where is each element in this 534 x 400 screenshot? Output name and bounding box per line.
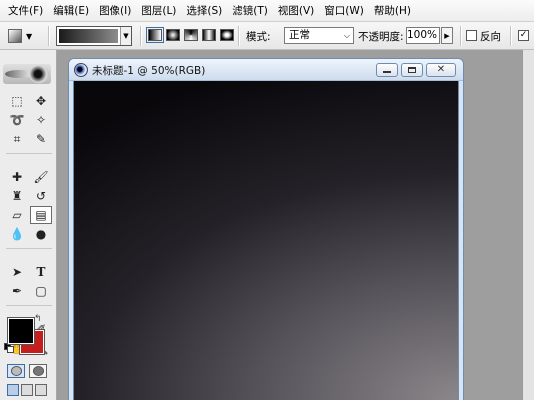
quick-mask-icon (32, 366, 44, 376)
close-icon: ✕ (436, 64, 446, 75)
slice-tool-icon[interactable]: ✎ (30, 130, 52, 148)
photoshop-document-icon (74, 63, 88, 77)
blur-tool-icon[interactable]: 💧 (6, 225, 28, 243)
radial-gradient-button[interactable] (166, 29, 180, 41)
quick-mask-button[interactable] (29, 364, 47, 378)
options-divider (510, 26, 512, 46)
document-window: 未标题-1 @ 50%(RGB) ✕ (68, 58, 464, 400)
toolbox-divider (6, 244, 52, 249)
mode-label: 模式: (246, 31, 271, 43)
brush-tool-icon[interactable]: 🖌 (30, 168, 52, 186)
reverse-checkbox[interactable] (466, 30, 477, 41)
maximize-icon (408, 67, 416, 73)
pen-tool-icon[interactable]: ✒ (6, 282, 28, 300)
standard-screen-button[interactable] (7, 384, 19, 396)
chevron-down-icon: ▼ (26, 31, 33, 41)
diamond-gradient-button[interactable] (220, 29, 234, 41)
shape-tool-icon[interactable]: ▢ (30, 282, 52, 300)
reverse-label: 反向 (480, 31, 501, 43)
gradient-tool-preset-icon (8, 29, 22, 43)
full-screen-menu-button[interactable] (21, 384, 33, 396)
screen-mode-row (7, 384, 47, 396)
toolbox-header[interactable] (3, 64, 51, 84)
menu-view[interactable]: 视图(V) (273, 2, 319, 20)
menu-help[interactable]: 帮助(H) (369, 2, 416, 20)
magic-wand-tool-icon[interactable]: ✧ (30, 111, 52, 129)
menu-edit[interactable]: 编辑(E) (48, 2, 94, 20)
menu-file[interactable]: 文件(F) (3, 2, 48, 20)
lasso-tool-icon[interactable]: ➰ (6, 111, 28, 129)
burn-tool-icon[interactable]: ● (30, 225, 52, 243)
options-divider (238, 26, 240, 46)
tool-preset-picker[interactable]: ▼ (8, 26, 44, 46)
minimize-icon (383, 71, 391, 73)
document-titlebar[interactable]: 未标题-1 @ 50%(RGB) ✕ (69, 59, 463, 81)
close-button[interactable]: ✕ (426, 63, 456, 77)
gradient-tool-icon[interactable]: ▤ (30, 206, 52, 224)
history-brush-tool-icon[interactable]: ↺ (30, 187, 52, 205)
standard-mode-button[interactable] (7, 364, 25, 378)
type-tool-icon[interactable]: T (30, 263, 52, 281)
opacity-input[interactable]: 100% (406, 27, 440, 44)
path-selection-tool-icon[interactable]: ➤ (6, 263, 28, 281)
eraser-tool-icon[interactable]: ▱ (6, 206, 28, 224)
move-tool-icon[interactable]: ✥ (30, 92, 52, 110)
gradient-preview (59, 29, 118, 43)
swap-colors-icon[interactable]: ↰ (34, 314, 42, 324)
eye-logo-icon (29, 65, 49, 83)
menu-image[interactable]: 图像(I) (94, 2, 136, 20)
blend-mode-value: 正常 (289, 29, 310, 41)
opacity-slider-toggle[interactable]: ▶ (441, 27, 453, 44)
options-bar: ▼ ▼ 模式: 正常 ⌵ 不透明度: 100% ▶ 反向 ✓ (0, 22, 534, 50)
options-divider (140, 26, 142, 46)
default-colors-icon[interactable] (4, 343, 14, 353)
menu-select[interactable]: 选择(S) (181, 2, 227, 20)
menu-layer[interactable]: 图层(L) (136, 2, 181, 20)
menu-bar: 文件(F) 编辑(E) 图像(I) 图层(L) 选择(S) 滤镜(T) 视图(V… (0, 0, 534, 22)
linear-gradient-button[interactable] (146, 27, 164, 43)
gradient-picker[interactable]: ▼ (56, 26, 132, 46)
standard-mode-icon (10, 366, 22, 376)
maximize-button[interactable] (401, 63, 423, 77)
blend-mode-select[interactable]: 正常 ⌵ (284, 27, 354, 44)
menu-filter[interactable]: 滤镜(T) (227, 2, 273, 20)
toolbox-divider (6, 149, 52, 154)
image-canvas[interactable] (73, 81, 459, 400)
options-divider (460, 26, 462, 46)
palette-well-edge (522, 50, 534, 400)
toolbox-divider (6, 301, 52, 306)
angle-gradient-button[interactable] (184, 29, 198, 41)
document-title: 未标题-1 @ 50%(RGB) (92, 65, 206, 77)
healing-brush-tool-icon[interactable]: ✚ (6, 168, 28, 186)
chevron-down-icon[interactable]: ▼ (120, 27, 131, 45)
opacity-label: 不透明度: (358, 31, 404, 43)
full-screen-button[interactable] (35, 384, 47, 396)
crop-tool-icon[interactable]: ⌗ (6, 130, 28, 148)
chevron-down-icon: ⌵ (343, 31, 350, 40)
dither-checkbox[interactable]: ✓ (518, 30, 529, 41)
mask-mode-row (7, 364, 47, 378)
marquee-tool-icon[interactable]: ⬚ (6, 92, 28, 110)
photoshop-app: 文件(F) 编辑(E) 图像(I) 图层(L) 选择(S) 滤镜(T) 视图(V… (0, 0, 534, 400)
foreground-color-swatch[interactable] (7, 317, 35, 345)
options-divider (48, 26, 50, 46)
reflected-gradient-button[interactable] (202, 29, 216, 41)
clone-stamp-tool-icon[interactable]: ♜ (6, 187, 28, 205)
menu-window[interactable]: 窗口(W) (319, 2, 369, 20)
minimize-button[interactable] (376, 63, 398, 77)
toolbox: ⬚ ✥ ➰ ✧ ⌗ ✎ ✚ 🖌 ♜ ↺ ▱ ▤ 💧 ● ➤ T ✒ ▢ 🗒 ✐ … (0, 50, 57, 400)
